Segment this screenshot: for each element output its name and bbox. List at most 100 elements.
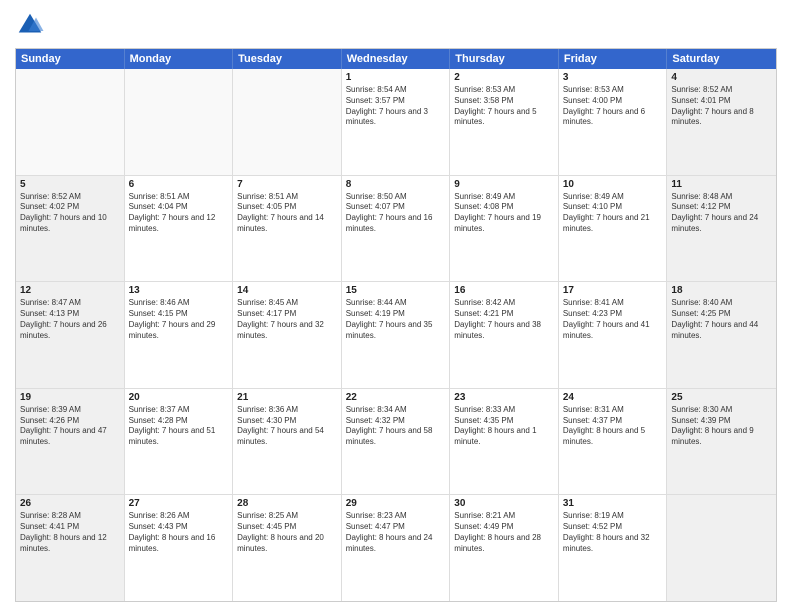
- cal-cell-day-9: 9 Sunrise: 8:49 AM Sunset: 4:08 PM Daylig…: [450, 176, 559, 282]
- cell-info: Sunrise: 8:54 AM Sunset: 3:57 PM Dayligh…: [346, 85, 446, 128]
- calendar-row-0: 1 Sunrise: 8:54 AM Sunset: 3:57 PM Daylig…: [16, 69, 776, 176]
- cal-cell-day-19: 19 Sunrise: 8:39 AM Sunset: 4:26 PM Dayli…: [16, 389, 125, 495]
- logo-icon: [15, 10, 45, 40]
- cell-info: Sunrise: 8:52 AM Sunset: 4:01 PM Dayligh…: [671, 85, 772, 128]
- cell-info: Sunrise: 8:23 AM Sunset: 4:47 PM Dayligh…: [346, 511, 446, 554]
- day-number: 17: [563, 285, 663, 296]
- cal-header-sunday: Sunday: [16, 49, 125, 69]
- day-number: 11: [671, 179, 772, 190]
- cell-info: Sunrise: 8:51 AM Sunset: 4:04 PM Dayligh…: [129, 192, 229, 235]
- day-number: 24: [563, 392, 663, 403]
- cell-info: Sunrise: 8:33 AM Sunset: 4:35 PM Dayligh…: [454, 405, 554, 448]
- day-number: 15: [346, 285, 446, 296]
- day-number: 6: [129, 179, 229, 190]
- cal-header-monday: Monday: [125, 49, 234, 69]
- cell-info: Sunrise: 8:25 AM Sunset: 4:45 PM Dayligh…: [237, 511, 337, 554]
- cal-cell-day-17: 17 Sunrise: 8:41 AM Sunset: 4:23 PM Dayli…: [559, 282, 668, 388]
- cal-cell-day-7: 7Sunrise: 8:51 AM Sunset: 4:05 PM Daylig…: [233, 176, 342, 282]
- cal-cell-day-25: 25 Sunrise: 8:30 AM Sunset: 4:39 PM Dayli…: [667, 389, 776, 495]
- day-number: 9: [454, 179, 554, 190]
- cell-info: Sunrise: 8:53 AM Sunset: 4:00 PM Dayligh…: [563, 85, 663, 128]
- cell-info: Sunrise: 8:39 AM Sunset: 4:26 PM Dayligh…: [20, 405, 120, 448]
- cal-cell-empty: [125, 69, 234, 175]
- cal-cell-day-23: 23 Sunrise: 8:33 AM Sunset: 4:35 PM Dayli…: [450, 389, 559, 495]
- cal-cell-day-8: 8 Sunrise: 8:50 AM Sunset: 4:07 PM Daylig…: [342, 176, 451, 282]
- cal-cell-day-30: 30 Sunrise: 8:21 AM Sunset: 4:49 PM Dayli…: [450, 495, 559, 601]
- cal-cell-day-3: 3Sunrise: 8:53 AM Sunset: 4:00 PM Daylig…: [559, 69, 668, 175]
- cal-header-friday: Friday: [559, 49, 668, 69]
- cell-info: Sunrise: 8:31 AM Sunset: 4:37 PM Dayligh…: [563, 405, 663, 448]
- cal-cell-day-12: 12 Sunrise: 8:47 AM Sunset: 4:13 PM Dayli…: [16, 282, 125, 388]
- cal-header-tuesday: Tuesday: [233, 49, 342, 69]
- cell-info: Sunrise: 8:34 AM Sunset: 4:32 PM Dayligh…: [346, 405, 446, 448]
- day-number: 19: [20, 392, 120, 403]
- day-number: 7: [237, 179, 337, 190]
- cal-cell-day-1: 1 Sunrise: 8:54 AM Sunset: 3:57 PM Daylig…: [342, 69, 451, 175]
- cell-info: Sunrise: 8:50 AM Sunset: 4:07 PM Dayligh…: [346, 192, 446, 235]
- calendar-row-4: 26Sunrise: 8:28 AM Sunset: 4:41 PM Dayli…: [16, 495, 776, 601]
- day-number: 31: [563, 498, 663, 509]
- cal-cell-day-6: 6 Sunrise: 8:51 AM Sunset: 4:04 PM Daylig…: [125, 176, 234, 282]
- day-number: 2: [454, 72, 554, 83]
- day-number: 13: [129, 285, 229, 296]
- cal-header-wednesday: Wednesday: [342, 49, 451, 69]
- day-number: 22: [346, 392, 446, 403]
- cell-info: Sunrise: 8:30 AM Sunset: 4:39 PM Dayligh…: [671, 405, 772, 448]
- header: [15, 10, 777, 40]
- cal-header-saturday: Saturday: [667, 49, 776, 69]
- day-number: 30: [454, 498, 554, 509]
- day-number: 20: [129, 392, 229, 403]
- cell-info: Sunrise: 8:26 AM Sunset: 4:43 PM Dayligh…: [129, 511, 229, 554]
- cal-cell-day-24: 24 Sunrise: 8:31 AM Sunset: 4:37 PM Dayli…: [559, 389, 668, 495]
- cell-info: Sunrise: 8:36 AM Sunset: 4:30 PM Dayligh…: [237, 405, 337, 448]
- cell-info: Sunrise: 8:47 AM Sunset: 4:13 PM Dayligh…: [20, 298, 120, 341]
- cal-cell-day-22: 22 Sunrise: 8:34 AM Sunset: 4:32 PM Dayli…: [342, 389, 451, 495]
- cal-cell-day-10: 10Sunrise: 8:49 AM Sunset: 4:10 PM Dayli…: [559, 176, 668, 282]
- cal-cell-day-26: 26Sunrise: 8:28 AM Sunset: 4:41 PM Dayli…: [16, 495, 125, 601]
- cal-header-thursday: Thursday: [450, 49, 559, 69]
- cell-info: Sunrise: 8:49 AM Sunset: 4:10 PM Dayligh…: [563, 192, 663, 235]
- day-number: 14: [237, 285, 337, 296]
- calendar-header-row: SundayMondayTuesdayWednesdayThursdayFrid…: [16, 49, 776, 69]
- cell-info: Sunrise: 8:41 AM Sunset: 4:23 PM Dayligh…: [563, 298, 663, 341]
- cell-info: Sunrise: 8:21 AM Sunset: 4:49 PM Dayligh…: [454, 511, 554, 554]
- day-number: 25: [671, 392, 772, 403]
- day-number: 4: [671, 72, 772, 83]
- cal-cell-day-29: 29Sunrise: 8:23 AM Sunset: 4:47 PM Dayli…: [342, 495, 451, 601]
- cal-cell-day-14: 14 Sunrise: 8:45 AM Sunset: 4:17 PM Dayli…: [233, 282, 342, 388]
- day-number: 18: [671, 285, 772, 296]
- cell-info: Sunrise: 8:53 AM Sunset: 3:58 PM Dayligh…: [454, 85, 554, 128]
- day-number: 1: [346, 72, 446, 83]
- cell-info: Sunrise: 8:37 AM Sunset: 4:28 PM Dayligh…: [129, 405, 229, 448]
- day-number: 5: [20, 179, 120, 190]
- cell-info: Sunrise: 8:44 AM Sunset: 4:19 PM Dayligh…: [346, 298, 446, 341]
- cal-cell-empty: [233, 69, 342, 175]
- cal-cell-day-11: 11 Sunrise: 8:48 AM Sunset: 4:12 PM Dayli…: [667, 176, 776, 282]
- cell-info: Sunrise: 8:45 AM Sunset: 4:17 PM Dayligh…: [237, 298, 337, 341]
- calendar-body: 1 Sunrise: 8:54 AM Sunset: 3:57 PM Daylig…: [16, 69, 776, 601]
- day-number: 12: [20, 285, 120, 296]
- cell-info: Sunrise: 8:42 AM Sunset: 4:21 PM Dayligh…: [454, 298, 554, 341]
- cell-info: Sunrise: 8:49 AM Sunset: 4:08 PM Dayligh…: [454, 192, 554, 235]
- cal-cell-day-28: 28Sunrise: 8:25 AM Sunset: 4:45 PM Dayli…: [233, 495, 342, 601]
- cal-cell-day-16: 16 Sunrise: 8:42 AM Sunset: 4:21 PM Dayli…: [450, 282, 559, 388]
- day-number: 23: [454, 392, 554, 403]
- cal-cell-day-2: 2 Sunrise: 8:53 AM Sunset: 3:58 PM Daylig…: [450, 69, 559, 175]
- cal-cell-day-4: 4 Sunrise: 8:52 AM Sunset: 4:01 PM Daylig…: [667, 69, 776, 175]
- cell-info: Sunrise: 8:48 AM Sunset: 4:12 PM Dayligh…: [671, 192, 772, 235]
- cal-cell-day-18: 18 Sunrise: 8:40 AM Sunset: 4:25 PM Dayli…: [667, 282, 776, 388]
- logo: [15, 10, 49, 40]
- day-number: 16: [454, 285, 554, 296]
- cell-info: Sunrise: 8:40 AM Sunset: 4:25 PM Dayligh…: [671, 298, 772, 341]
- calendar-row-3: 19 Sunrise: 8:39 AM Sunset: 4:26 PM Dayli…: [16, 389, 776, 496]
- cell-info: Sunrise: 8:52 AM Sunset: 4:02 PM Dayligh…: [20, 192, 120, 235]
- cal-cell-day-27: 27Sunrise: 8:26 AM Sunset: 4:43 PM Dayli…: [125, 495, 234, 601]
- cell-info: Sunrise: 8:28 AM Sunset: 4:41 PM Dayligh…: [20, 511, 120, 554]
- day-number: 8: [346, 179, 446, 190]
- calendar-row-1: 5 Sunrise: 8:52 AM Sunset: 4:02 PM Daylig…: [16, 176, 776, 283]
- cal-cell-empty: [16, 69, 125, 175]
- cal-cell-day-5: 5 Sunrise: 8:52 AM Sunset: 4:02 PM Daylig…: [16, 176, 125, 282]
- cal-cell-day-15: 15 Sunrise: 8:44 AM Sunset: 4:19 PM Dayli…: [342, 282, 451, 388]
- cal-cell-day-21: 21Sunrise: 8:36 AM Sunset: 4:30 PM Dayli…: [233, 389, 342, 495]
- cell-info: Sunrise: 8:19 AM Sunset: 4:52 PM Dayligh…: [563, 511, 663, 554]
